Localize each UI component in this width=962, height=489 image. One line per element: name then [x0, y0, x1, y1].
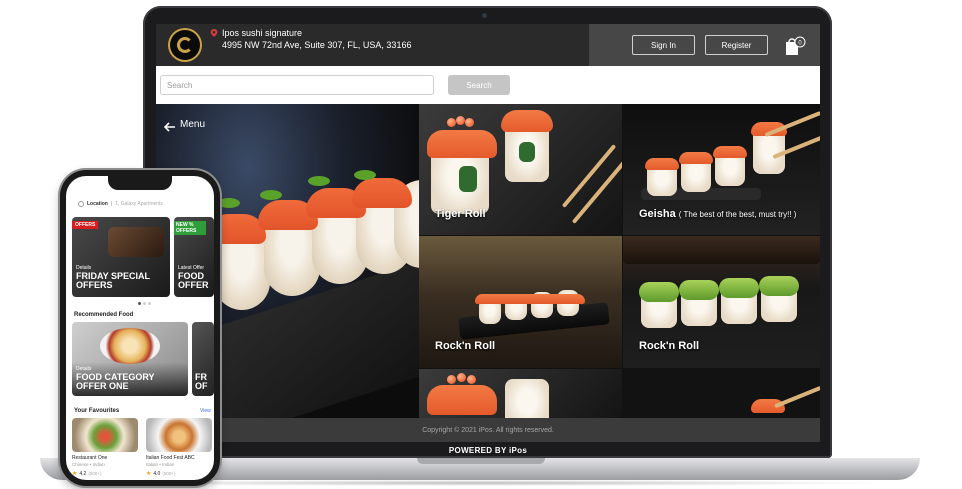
rating-value: 4.2	[79, 470, 87, 477]
laptop-notch	[417, 458, 545, 464]
site-footer: Copyright © 2021 iPos. All rights reserv…	[156, 418, 820, 442]
search-bar: Search	[156, 66, 820, 104]
recommended-food-card[interactable]: FR OF	[192, 322, 214, 396]
favourite-name: Italian Food Fest ABC	[146, 455, 195, 461]
location-selector[interactable]: Location | 1, Galaxy Apartments	[78, 198, 212, 210]
favourite-rating: ★ 4.0 (500+)	[146, 470, 176, 478]
arrow-left-icon[interactable]	[164, 122, 176, 132]
star-icon: ★	[146, 471, 152, 477]
view-all-link[interactable]: View	[200, 408, 211, 414]
recommended-title: Recommended Food	[74, 312, 134, 318]
favourite-cuisine: Chinese • Indian	[72, 462, 105, 467]
phone-notch	[108, 176, 172, 190]
menu-tile-tiger-roll[interactable]: Tiger Roll	[419, 104, 622, 235]
offer-badge: OFFERS	[72, 221, 99, 229]
favourite-name: Restaurant One	[72, 455, 108, 461]
favourite-image	[146, 418, 212, 452]
recommended-food-card[interactable]: Details FOOD CATEGORY OFFER ONE	[72, 322, 188, 396]
menu-tile-label: Tiger Roll	[435, 208, 486, 220]
menu-tile-partial[interactable]	[419, 369, 622, 418]
store-address: 4995 NW 72nd Ave, Suite 307, FL, USA, 33…	[222, 40, 412, 50]
rating-count: (500+)	[88, 471, 102, 476]
site-header: Ipos sushi signature 4995 NW 72nd Ave, S…	[156, 24, 820, 66]
offer-card[interactable]: NEW % OFFERS Latest Offer FOOD OFFER	[174, 217, 214, 297]
food-title: FOOD CATEGORY OFFER ONE	[76, 372, 155, 391]
menu-tile-geisha[interactable]: Geisha ( The best of the best, must try!…	[623, 104, 820, 235]
favourite-image	[72, 418, 138, 452]
offer-card[interactable]: OFFERS Details FRIDAY SPECIAL OFFERS	[72, 217, 170, 297]
favourite-card[interactable]: Restaurant One Chinese • Indian ★ 4.2 (5…	[72, 418, 138, 478]
spiral-logo-icon[interactable]	[170, 30, 200, 60]
menu-tile-label: Rock'n Roll	[639, 340, 700, 352]
favourite-card[interactable]: Italian Food Fest ABC Italian • Indian ★…	[146, 418, 212, 478]
search-button[interactable]: Search	[448, 75, 510, 95]
sign-in-button[interactable]: Sign In	[632, 35, 695, 55]
menu-tile-label: Geisha	[639, 208, 676, 220]
menu-tile-rockn-roll[interactable]: Rock'n Roll	[419, 236, 622, 368]
laptop-screen: Ipos sushi signature 4995 NW 72nd Ave, S…	[156, 24, 820, 442]
favourite-rating: ★ 4.2 (500+)	[72, 470, 102, 478]
rating-value: 4.0	[153, 470, 161, 477]
camera-icon	[482, 13, 487, 18]
location-separator: |	[110, 201, 113, 207]
menu-tile-partial[interactable]	[623, 369, 820, 418]
star-icon: ★	[72, 471, 78, 477]
carousel-dots[interactable]	[138, 302, 151, 305]
phone-frame: Location | 1, Galaxy Apartments OFFERS D…	[60, 170, 220, 486]
location-label: Location	[87, 201, 108, 207]
menu-back-label[interactable]: Menu	[180, 119, 205, 130]
search-input[interactable]	[160, 75, 434, 95]
rating-count: (500+)	[162, 471, 176, 476]
phone-screen: Location | 1, Galaxy Apartments OFFERS D…	[66, 176, 214, 480]
menu-tile-label: Rock'n Roll	[435, 340, 496, 352]
favourite-cuisine: Italian • Indian	[146, 462, 175, 467]
map-pin-icon	[210, 29, 218, 37]
offer-title: FOOD OFFER	[178, 271, 209, 290]
favourites-title: Your Favourites	[74, 408, 120, 414]
offer-badge: NEW % OFFERS	[174, 221, 206, 235]
register-button[interactable]: Register	[705, 35, 768, 55]
food-title: FR OF	[195, 372, 208, 391]
shopping-bag-icon[interactable]: 0	[784, 36, 806, 56]
location-icon	[78, 201, 84, 207]
menu-tile-rockn-roll[interactable]: Rock'n Roll	[623, 236, 820, 368]
menu-tile-note: ( The best of the best, must try!! )	[678, 210, 797, 219]
location-value: 1, Galaxy Apartments	[115, 201, 163, 207]
powered-by-label: POWERED BY iPos	[448, 445, 528, 455]
menu-grid: Menu ll Tiger Roll	[156, 104, 820, 418]
offer-title: FRIDAY SPECIAL OFFERS	[76, 271, 150, 290]
store-name: Ipos sushi signature	[222, 28, 303, 38]
